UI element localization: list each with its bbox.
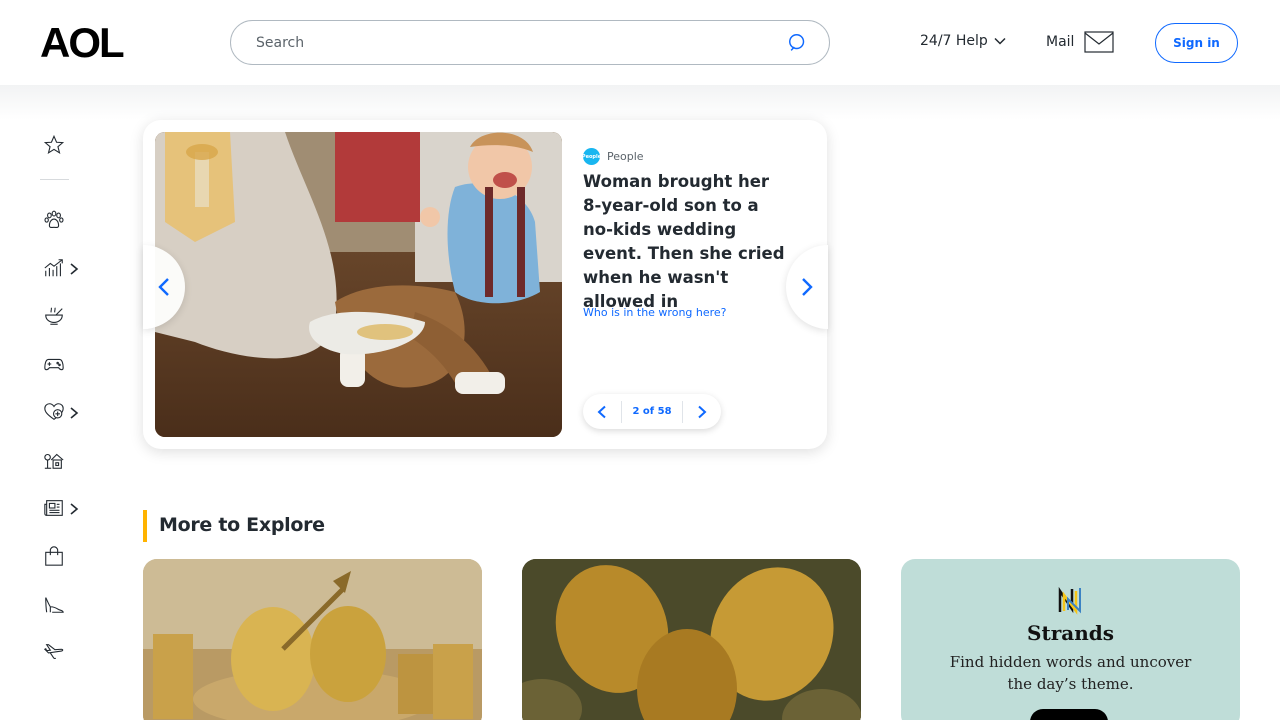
sidebar-divider [40, 179, 69, 180]
chevron-right-icon[interactable] [68, 262, 80, 276]
chevron-right-icon [802, 278, 813, 296]
pager-prev-button[interactable] [583, 394, 621, 429]
envelope-icon [1084, 31, 1115, 53]
paw-icon[interactable] [42, 208, 66, 232]
chevron-right-icon[interactable] [68, 502, 80, 516]
story-headline[interactable]: Woman brought her 8-year-old son to a no… [583, 170, 788, 314]
chevron-down-icon [994, 37, 1006, 45]
gamepad-icon[interactable] [42, 352, 66, 376]
story-source[interactable]: People People [582, 148, 644, 165]
home-garden-icon[interactable] [42, 448, 66, 472]
search-icon[interactable] [787, 32, 809, 54]
help-menu[interactable]: 24/7 Help [920, 33, 1006, 49]
explore-tile-golden-eggs[interactable] [522, 559, 861, 720]
mail-label: Mail [1046, 34, 1075, 50]
section-accent-bar [143, 510, 147, 542]
golden-eggs-nest-image [143, 559, 482, 720]
header: AOL 24/7 Help Mail Sign in [0, 0, 1280, 85]
explore-tile-golden-eggs-nest[interactable] [143, 559, 482, 720]
story-image[interactable] [155, 132, 562, 437]
help-label: 24/7 Help [920, 33, 988, 49]
high-heel-icon[interactable] [42, 592, 66, 616]
people-logo: People [582, 148, 601, 165]
explore-tile-strands[interactable]: Strands Find hidden words and uncover th… [901, 559, 1240, 720]
pager-count: 2 of 58 [621, 400, 683, 423]
strands-title: Strands [1027, 621, 1114, 645]
section-title: More to Explore [159, 514, 325, 536]
golden-eggs-image [522, 559, 861, 720]
source-name: People [607, 150, 644, 163]
strands-description: Find hidden words and uncover the day’s … [949, 653, 1192, 693]
health-heart-icon[interactable] [42, 400, 66, 424]
news-icon[interactable] [42, 496, 66, 520]
header-shadow-band [0, 85, 1280, 120]
strands-logo-icon [1058, 586, 1081, 615]
strands-play-button[interactable] [1030, 709, 1108, 720]
carousel-pager: 2 of 58 [583, 394, 721, 429]
finance-chart-icon[interactable] [42, 256, 66, 280]
chevron-right-icon [698, 405, 707, 418]
chevron-right-icon[interactable] [68, 406, 80, 420]
chevron-left-icon [597, 405, 606, 418]
pager-next-button[interactable] [683, 394, 721, 429]
story-photo [155, 132, 562, 437]
shopping-bag-icon[interactable] [42, 544, 66, 568]
search-input[interactable] [256, 34, 776, 51]
search-bar[interactable] [230, 20, 830, 65]
story-subline[interactable]: Who is in the wrong here? [583, 306, 727, 319]
star-icon[interactable] [42, 133, 66, 157]
airplane-icon[interactable] [42, 640, 66, 664]
chevron-left-icon [158, 278, 169, 296]
food-bowl-icon[interactable] [42, 304, 66, 328]
aol-logo[interactable]: AOL [40, 22, 125, 64]
sign-in-button[interactable]: Sign in [1155, 23, 1238, 63]
featured-story-card[interactable]: People People Woman brought her 8-year-o… [143, 120, 827, 449]
mail-link[interactable]: Mail [1046, 31, 1115, 53]
